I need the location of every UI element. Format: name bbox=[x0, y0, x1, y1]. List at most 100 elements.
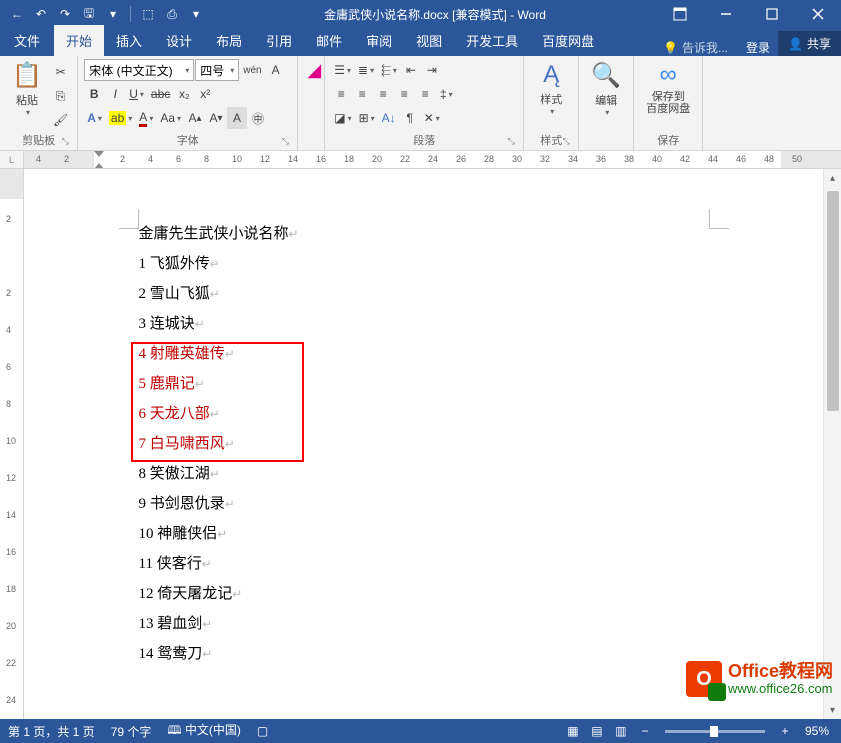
copy-button[interactable]: ⎘ bbox=[50, 85, 71, 107]
tab-developer[interactable]: 开发工具 bbox=[454, 25, 530, 56]
paste-button[interactable]: 📋 粘贴 ▾ bbox=[6, 59, 48, 119]
word-count[interactable]: 79 个字 bbox=[111, 723, 152, 740]
grow-font-button[interactable]: A▴ bbox=[185, 107, 205, 129]
document-line[interactable]: 4 射雕英雄传↵ bbox=[139, 339, 709, 369]
clear-formatting-button[interactable]: ◢ bbox=[304, 59, 324, 81]
shrink-font-button[interactable]: A▾ bbox=[206, 107, 226, 129]
redo-icon[interactable]: ↷ bbox=[54, 3, 76, 25]
signin-link[interactable]: 登录 bbox=[738, 39, 778, 56]
sort-button[interactable]: A↓ bbox=[379, 107, 399, 129]
editing-button[interactable]: 🔍 编辑▾ bbox=[585, 59, 627, 119]
bullets-button[interactable]: ☰▾ bbox=[331, 59, 354, 81]
align-center-button[interactable]: ≡ bbox=[352, 83, 372, 105]
tab-review[interactable]: 审阅 bbox=[354, 25, 404, 56]
document-line[interactable]: 14 鸳鸯刀↵ bbox=[139, 639, 709, 669]
scroll-down-icon[interactable]: ▾ bbox=[824, 701, 841, 719]
maximize-button[interactable] bbox=[749, 0, 795, 28]
document-line[interactable]: 11 侠客行↵ bbox=[139, 549, 709, 579]
minimize-button[interactable] bbox=[703, 0, 749, 28]
change-case-button[interactable]: Aa▾ bbox=[157, 107, 184, 129]
document-line[interactable]: 3 连城诀↵ bbox=[139, 309, 709, 339]
distributed-button[interactable]: ≡ bbox=[415, 83, 435, 105]
highlight-button[interactable]: ab▾ bbox=[106, 107, 135, 129]
zoom-in-button[interactable]: + bbox=[773, 721, 797, 741]
document-line[interactable]: 9 书剑恩仇录↵ bbox=[139, 489, 709, 519]
undo-icon[interactable]: ↶ bbox=[30, 3, 52, 25]
document-line[interactable]: 5 鹿鼎记↵ bbox=[139, 369, 709, 399]
document-line[interactable]: 12 倚天屠龙记↵ bbox=[139, 579, 709, 609]
dialog-launcher-icon[interactable]: ⤡ bbox=[279, 136, 291, 148]
shading-button[interactable]: ◪▾ bbox=[331, 107, 354, 129]
scroll-thumb[interactable] bbox=[827, 191, 839, 411]
multilevel-button[interactable]: ⬱▾ bbox=[378, 59, 400, 81]
show-marks-button[interactable]: ¶ bbox=[400, 107, 420, 129]
font-name-combo[interactable]: 宋体 (中文正文)▾ bbox=[84, 59, 194, 81]
close-button[interactable] bbox=[795, 0, 841, 28]
print-layout-icon[interactable]: ▤ bbox=[585, 721, 609, 741]
save-baidu-button[interactable]: ∞ 保存到 百度网盘 bbox=[640, 59, 696, 117]
tab-selector-icon[interactable]: L bbox=[0, 151, 24, 168]
font-size-combo[interactable]: 四号▾ bbox=[195, 59, 239, 81]
document-line[interactable]: 1 飞狐外传↵ bbox=[139, 249, 709, 279]
document-line[interactable]: 6 天龙八部↵ bbox=[139, 399, 709, 429]
back-icon[interactable]: ← bbox=[6, 3, 28, 25]
dialog-launcher-icon[interactable]: ⤡ bbox=[505, 136, 517, 148]
line-spacing-button[interactable]: ‡▾ bbox=[436, 83, 456, 105]
styles-button[interactable]: Ą 样式▾ bbox=[530, 59, 572, 118]
justify-button[interactable]: ≡ bbox=[394, 83, 414, 105]
char-border-button[interactable]: A bbox=[266, 59, 286, 81]
document-line[interactable]: 10 神雕侠侣↵ bbox=[139, 519, 709, 549]
asian-layout-button[interactable]: ✕▾ bbox=[421, 107, 443, 129]
page-indicator[interactable]: 第 1 页，共 1 页 bbox=[8, 723, 95, 740]
underline-button[interactable]: U▾ bbox=[126, 83, 147, 105]
horizontal-ruler[interactable]: L 42246810121416182022242628303234363840… bbox=[0, 151, 841, 169]
indent-marker-icon[interactable] bbox=[94, 151, 104, 168]
scroll-up-icon[interactable]: ▴ bbox=[824, 169, 841, 187]
tab-layout[interactable]: 布局 bbox=[204, 25, 254, 56]
increase-indent-button[interactable]: ⇥ bbox=[422, 59, 442, 81]
align-left-button[interactable]: ≡ bbox=[331, 83, 351, 105]
document-line[interactable]: 2 雪山飞狐↵ bbox=[139, 279, 709, 309]
cut-button[interactable]: ✂ bbox=[50, 61, 71, 83]
document-line[interactable]: 13 碧血剑↵ bbox=[139, 609, 709, 639]
tab-design[interactable]: 设计 bbox=[154, 25, 204, 56]
language-indicator[interactable]: 🕮 中文(中国) bbox=[167, 721, 240, 742]
text-effects-button[interactable]: A▾ bbox=[84, 107, 105, 129]
tab-view[interactable]: 视图 bbox=[404, 25, 454, 56]
dialog-launcher-icon[interactable]: ⤡ bbox=[59, 136, 71, 148]
font-color-button[interactable]: A▾ bbox=[136, 107, 156, 129]
tab-baidu[interactable]: 百度网盘 bbox=[530, 25, 606, 56]
vertical-ruler[interactable]: 224681012141618202224 bbox=[0, 169, 24, 719]
document-scroll[interactable]: 金庸先生武侠小说名称↵ 1 飞狐外传↵2 雪山飞狐↵3 连城诀↵4 射雕英雄传↵… bbox=[24, 169, 823, 719]
document-title[interactable]: 金庸先生武侠小说名称↵ bbox=[139, 219, 709, 249]
enclose-char-button[interactable]: ㊥ bbox=[248, 107, 268, 129]
format-painter-button[interactable]: 🖌 bbox=[50, 109, 71, 131]
tab-home[interactable]: 开始 bbox=[54, 25, 104, 56]
zoom-slider[interactable] bbox=[665, 730, 765, 733]
char-shading-button[interactable]: A bbox=[227, 107, 247, 129]
tab-mailings[interactable]: 邮件 bbox=[304, 25, 354, 56]
macro-recorder-icon[interactable]: ▢ bbox=[257, 724, 268, 738]
align-right-button[interactable]: ≡ bbox=[373, 83, 393, 105]
document-line[interactable]: 8 笑傲江湖↵ bbox=[139, 459, 709, 489]
bold-button[interactable]: B bbox=[84, 83, 104, 105]
share-button[interactable]: 👤共享 bbox=[778, 31, 841, 56]
strikethrough-button[interactable]: abc bbox=[148, 83, 173, 105]
decrease-indent-button[interactable]: ⇤ bbox=[401, 59, 421, 81]
superscript-button[interactable]: x² bbox=[195, 83, 215, 105]
qat-more-icon[interactable]: ▾ bbox=[102, 3, 124, 25]
tell-me-search[interactable]: 💡告诉我... bbox=[653, 39, 738, 56]
ribbon-options-icon[interactable] bbox=[657, 0, 703, 28]
tab-references[interactable]: 引用 bbox=[254, 25, 304, 56]
subscript-button[interactable]: x₂ bbox=[174, 83, 194, 105]
qat-custom-icon[interactable]: ▾ bbox=[185, 3, 207, 25]
zoom-out-button[interactable]: − bbox=[633, 721, 657, 741]
tab-file[interactable]: 文件 bbox=[0, 25, 54, 56]
italic-button[interactable]: I bbox=[105, 83, 125, 105]
web-layout-icon[interactable]: ▥ bbox=[609, 721, 633, 741]
document-line[interactable]: 7 白马啸西风↵ bbox=[139, 429, 709, 459]
numbering-button[interactable]: ≣▾ bbox=[355, 59, 377, 81]
tab-insert[interactable]: 插入 bbox=[104, 25, 154, 56]
phonetic-guide-button[interactable]: wén bbox=[240, 59, 264, 81]
borders-button[interactable]: ⊞▾ bbox=[356, 107, 378, 129]
